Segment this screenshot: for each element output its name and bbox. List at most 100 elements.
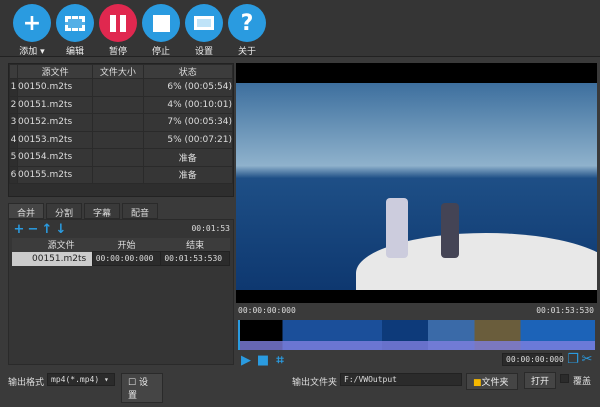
stop-label: 停止 [151, 47, 170, 57]
format-label: 输出格式 [8, 378, 45, 388]
file-size [92, 148, 144, 167]
film-icon [56, 4, 94, 42]
settings-label: 设置 [194, 47, 213, 57]
file-list: 源文件 文件大小 状态 1 00150.m2ts 6% (00:05:54) 2 00151… [8, 63, 234, 197]
about-button[interactable]: ? 关于 [227, 4, 267, 57]
fit-icon[interactable]: ⌗ [273, 353, 287, 368]
plus-icon: + [13, 4, 51, 42]
file-size [92, 78, 144, 97]
about-label: 关于 [237, 47, 256, 57]
table-row[interactable]: 00151.m2ts 00:00:00:000 00:01:53:530 [12, 251, 230, 266]
row-handle[interactable] [12, 251, 30, 266]
edit-button[interactable]: 编辑 [55, 4, 95, 57]
end-time-input[interactable]: 00:01:53:530 [160, 251, 230, 266]
file-size [92, 130, 144, 149]
source-file: 00151.m2ts [30, 251, 93, 266]
source-file: 00153.m2ts [16, 130, 94, 149]
file-size [92, 165, 144, 184]
corner [12, 238, 30, 252]
file-size [92, 95, 144, 114]
table-row[interactable]: 3 00152.m2ts 7% (00:05:34) [9, 113, 234, 132]
row-number: 3 [9, 113, 18, 132]
row-number: 6 [9, 165, 18, 184]
scissors-icon[interactable]: ✂ [580, 352, 594, 367]
folder-label: 输出文件夹 [292, 378, 338, 388]
file-size [92, 113, 144, 132]
person [441, 203, 459, 258]
add-icon[interactable]: + [12, 222, 26, 237]
stop-button[interactable]: 停止 [141, 4, 181, 57]
timeline[interactable] [238, 320, 595, 350]
folder-button[interactable]: ■文件夹 [466, 373, 518, 390]
open-button[interactable]: 打开 [524, 372, 557, 389]
format-select[interactable]: mp4(*.mp4) ▾ [47, 373, 115, 386]
status: 4% (00:10:01) [142, 95, 234, 114]
total-duration: 00:01:53 [191, 224, 230, 233]
source-file: 00152.m2ts [16, 113, 94, 132]
output-folder-input[interactable]: F:/VWOutput [340, 373, 462, 386]
status: 6% (00:05:54) [142, 78, 234, 97]
tab-bar: 合并 分割 字幕 配音 [8, 203, 160, 219]
row-number: 5 [9, 148, 18, 167]
status: 准备 [142, 148, 234, 167]
down-arrow-icon[interactable]: ↓ [54, 222, 68, 237]
question-icon: ? [228, 4, 266, 42]
start-time-input[interactable]: 00:00:00:000 [91, 251, 162, 266]
format-value: mp4(*.mp4) [51, 375, 100, 384]
row-number: 4 [9, 130, 18, 149]
table-row[interactable]: 6 00155.m2ts 准备 [9, 165, 234, 184]
col-source[interactable]: 源文件 [16, 64, 94, 79]
status: 5% (00:07:21) [142, 130, 234, 149]
play-icon[interactable]: ▶ [239, 353, 253, 368]
pause-button[interactable]: 暂停 [98, 4, 138, 57]
stop-icon [142, 4, 180, 42]
source-file: 00155.m2ts [16, 165, 94, 184]
add-button[interactable]: + 添加 ▾ [12, 4, 52, 57]
table-row[interactable]: 4 00153.m2ts 5% (00:07:21) [9, 130, 234, 149]
source-file: 00150.m2ts [16, 78, 94, 97]
tab-split[interactable]: 分割 [46, 203, 83, 219]
source-file: 00151.m2ts [16, 95, 94, 114]
corner [9, 64, 18, 79]
video-frame [236, 83, 597, 290]
tab-dub[interactable]: 配音 [122, 203, 159, 219]
monitor-icon [185, 4, 223, 42]
tab-merge[interactable]: 合并 [8, 203, 45, 219]
overwrite-label: 覆盖 [573, 377, 592, 387]
format-settings-button[interactable]: ☐ 设置 [121, 373, 163, 403]
col-size[interactable]: 文件大小 [92, 64, 144, 79]
status: 7% (00:05:34) [142, 113, 234, 132]
add-label: 添加 [19, 47, 38, 57]
folder-icon: ■ [473, 378, 482, 388]
tab-subtitle[interactable]: 字幕 [84, 203, 121, 219]
remove-icon[interactable]: − [26, 222, 40, 237]
table-row[interactable]: 2 00151.m2ts 4% (00:10:01) [9, 95, 234, 114]
audio-waveform [240, 341, 595, 350]
col-source: 源文件 [47, 241, 75, 252]
col-start: 开始 [117, 241, 136, 251]
row-number: 1 [9, 78, 18, 97]
table-row[interactable]: 1 00150.m2ts 6% (00:05:54) [9, 78, 234, 97]
start-time: 00:00:00:000 [238, 306, 296, 315]
table-row[interactable]: 5 00154.m2ts 准备 [9, 148, 234, 167]
pause-label: 暂停 [108, 47, 127, 57]
source-file: 00154.m2ts [16, 148, 94, 167]
col-end: 结束 [186, 241, 205, 251]
position-field[interactable]: 00:00:00:000 [502, 353, 564, 366]
pause-icon [99, 4, 137, 42]
settings-button[interactable]: 设置 [184, 4, 224, 57]
status: 准备 [142, 165, 234, 184]
folder-btn-label: 文件夹 [481, 378, 509, 388]
copy-icon[interactable]: ❐ [566, 352, 580, 367]
col-status[interactable]: 状态 [142, 64, 234, 79]
merge-panel: + − ↑ ↓ 00:01:53 源文件 开始 结束 00151.m2ts 00:00:00… [8, 219, 234, 365]
end-time: 00:01:53:530 [536, 306, 594, 315]
up-arrow-icon[interactable]: ↑ [40, 222, 54, 237]
toolbar: + 添加 ▾ 编辑 暂停 停止 设置 ? 关于 [0, 0, 600, 57]
overwrite-checkbox[interactable] [560, 374, 569, 383]
settings-label: 设置 [128, 378, 148, 401]
edit-label: 编辑 [65, 47, 84, 57]
stop-icon[interactable]: ■ [256, 353, 270, 368]
person [386, 198, 408, 258]
video-preview [236, 63, 597, 303]
